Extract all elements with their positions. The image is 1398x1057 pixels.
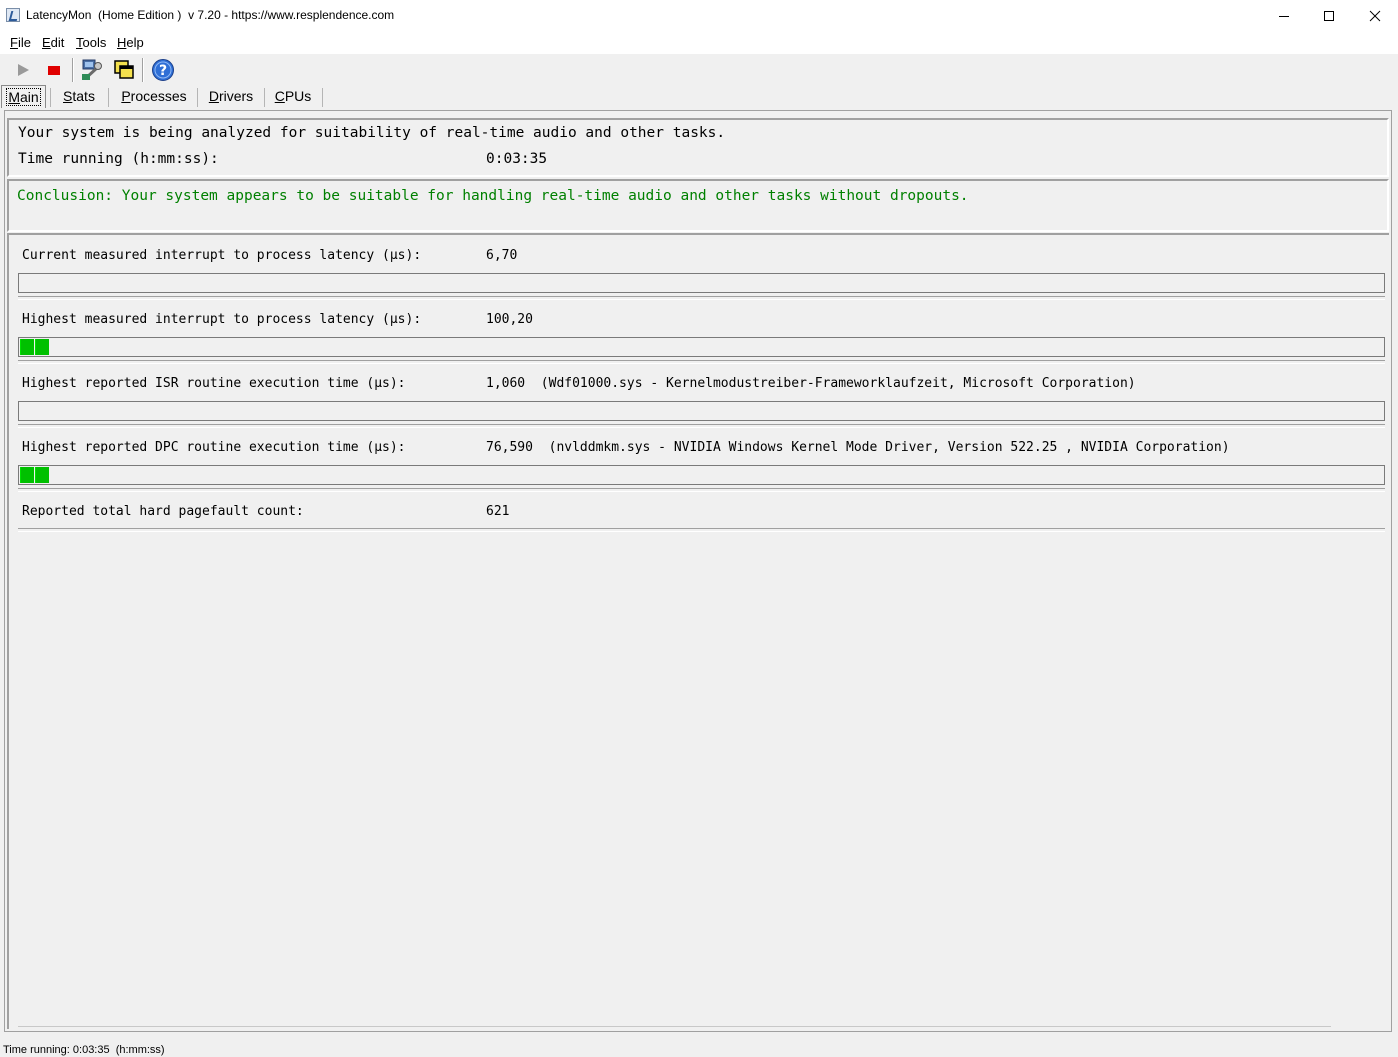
tab-main-rest: ain <box>19 89 39 105</box>
section-divider <box>18 424 1385 428</box>
conclusion-text: Conclusion: Your system appears to be su… <box>17 188 969 204</box>
window-title: LatencyMon (Home Edition ) v 7.20 - http… <box>26 8 395 22</box>
tab-drivers-accel: D <box>208 88 219 104</box>
bar-block <box>20 467 34 483</box>
menu-file[interactable]: File <box>10 35 31 50</box>
title-bar: LatencyMon (Home Edition ) v 7.20 - http… <box>0 0 1398 31</box>
tab-stats-accel: S <box>63 88 73 104</box>
stop-button[interactable] <box>41 57 67 83</box>
toolbar-separator <box>142 58 144 82</box>
tab-cpus[interactable]: CPUs <box>269 85 317 107</box>
menu-edit-accel: E <box>42 35 51 50</box>
tab-separator <box>322 88 323 107</box>
menu-help[interactable]: Help <box>117 35 144 50</box>
tab-stats-label: Stats <box>63 88 95 104</box>
analysis-headline: Your system is being analyzed for suitab… <box>18 125 726 141</box>
status-bar: Time running: 0:03:35 (h:mm:ss) <box>0 1040 1398 1057</box>
metrics-panel: Current measured interrupt to process la… <box>7 233 1389 1029</box>
bar-block <box>35 467 49 483</box>
tab-main-label: Main <box>6 88 41 106</box>
tab-drivers-rest: rivers <box>218 88 254 104</box>
tab-processes[interactable]: Processes <box>114 85 194 107</box>
pagefault-value: 621 <box>486 504 510 519</box>
tab-drivers[interactable]: Drivers <box>202 85 260 107</box>
dpc-bar <box>18 465 1385 485</box>
isr-bar <box>18 401 1385 421</box>
main-content: Your system is being analyzed for suitab… <box>4 110 1392 1032</box>
menu-edit-label: dit <box>50 35 65 50</box>
menu-bar: File Edit Tools Help <box>0 31 1398 55</box>
tab-separator <box>264 88 265 107</box>
conclusion-panel: Conclusion: Your system appears to be su… <box>7 179 1389 232</box>
tab-separator <box>197 88 198 107</box>
current-latency-label: Current measured interrupt to process la… <box>22 248 422 263</box>
menu-help-label: elp <box>126 35 144 50</box>
play-icon <box>18 64 29 76</box>
bar-block <box>20 339 34 355</box>
section-divider <box>18 488 1385 492</box>
stop-icon <box>48 66 60 75</box>
minimize-icon <box>1279 15 1289 17</box>
toolbar-separator <box>72 58 74 82</box>
menu-help-accel: H <box>117 35 127 50</box>
svg-text:?: ? <box>159 63 167 79</box>
time-running-label: Time running (h:mm:ss): <box>18 151 219 167</box>
tab-main-accel: M <box>8 89 20 105</box>
windows-button[interactable] <box>111 57 137 83</box>
dpc-label: Highest reported DPC routine execution t… <box>22 440 406 455</box>
tab-cpus-label: CPUs <box>275 88 312 104</box>
horizontal-scroll-track[interactable] <box>18 1026 1331 1029</box>
analysis-panel: Your system is being analyzed for suitab… <box>7 118 1389 177</box>
menu-tools[interactable]: Tools <box>76 35 106 50</box>
isr-label: Highest reported ISR routine execution t… <box>22 376 406 391</box>
tab-separator <box>108 88 109 107</box>
tab-stats[interactable]: Stats <box>56 85 102 107</box>
wrench-icon <box>82 59 102 80</box>
tab-separator <box>50 88 51 107</box>
tab-processes-label: Processes <box>121 88 186 104</box>
maximize-button[interactable] <box>1306 0 1352 31</box>
section-divider <box>18 296 1385 300</box>
dpc-value: 76,590 (nvlddmkm.sys - NVIDIA Windows Ke… <box>486 440 1230 455</box>
tab-processes-accel: P <box>121 88 131 104</box>
tab-stats-rest: tats <box>72 88 95 104</box>
tab-drivers-label: Drivers <box>209 88 253 104</box>
windows-icon <box>114 60 134 79</box>
menu-tools-label: ools <box>82 35 107 50</box>
tab-cpus-accel: C <box>274 88 285 104</box>
section-divider <box>18 528 1385 532</box>
section-divider <box>18 360 1385 364</box>
close-icon <box>1369 10 1381 21</box>
highest-latency-value: 100,20 <box>486 312 533 327</box>
minimize-button[interactable] <box>1261 0 1307 31</box>
tab-cpus-rest: PUs <box>284 88 312 104</box>
menu-file-label: ile <box>17 35 31 50</box>
toolbar: ? <box>0 54 1398 85</box>
highest-latency-label: Highest measured interrupt to process la… <box>22 312 422 327</box>
dpc-bar-fill <box>20 467 49 483</box>
highest-latency-bar <box>18 337 1385 357</box>
help-button[interactable]: ? <box>150 57 176 83</box>
pagefault-label: Reported total hard pagefault count: <box>22 504 304 519</box>
current-latency-value: 6,70 <box>486 248 518 263</box>
tab-processes-rest: rocesses <box>130 88 187 104</box>
app-icon <box>6 8 20 22</box>
status-text: Time running: 0:03:35 (h:mm:ss) <box>3 1044 165 1056</box>
maximize-icon <box>1324 10 1334 21</box>
bar-block <box>35 339 49 355</box>
time-running-value: 0:03:35 <box>486 151 548 167</box>
settings-button[interactable] <box>79 57 105 83</box>
tab-strip: Main Stats Processes Drivers CPUs <box>0 85 1398 109</box>
close-button[interactable] <box>1352 0 1398 31</box>
current-latency-bar <box>18 273 1385 293</box>
tab-main[interactable]: Main <box>1 85 46 108</box>
help-icon: ? <box>152 59 174 81</box>
menu-file-accel: F <box>10 35 18 50</box>
menu-edit[interactable]: Edit <box>42 35 64 50</box>
isr-value: 1,060 (Wdf01000.sys - Kernelmodustreiber… <box>486 376 1136 391</box>
start-button[interactable] <box>10 57 36 83</box>
highest-latency-bar-fill <box>20 339 49 355</box>
